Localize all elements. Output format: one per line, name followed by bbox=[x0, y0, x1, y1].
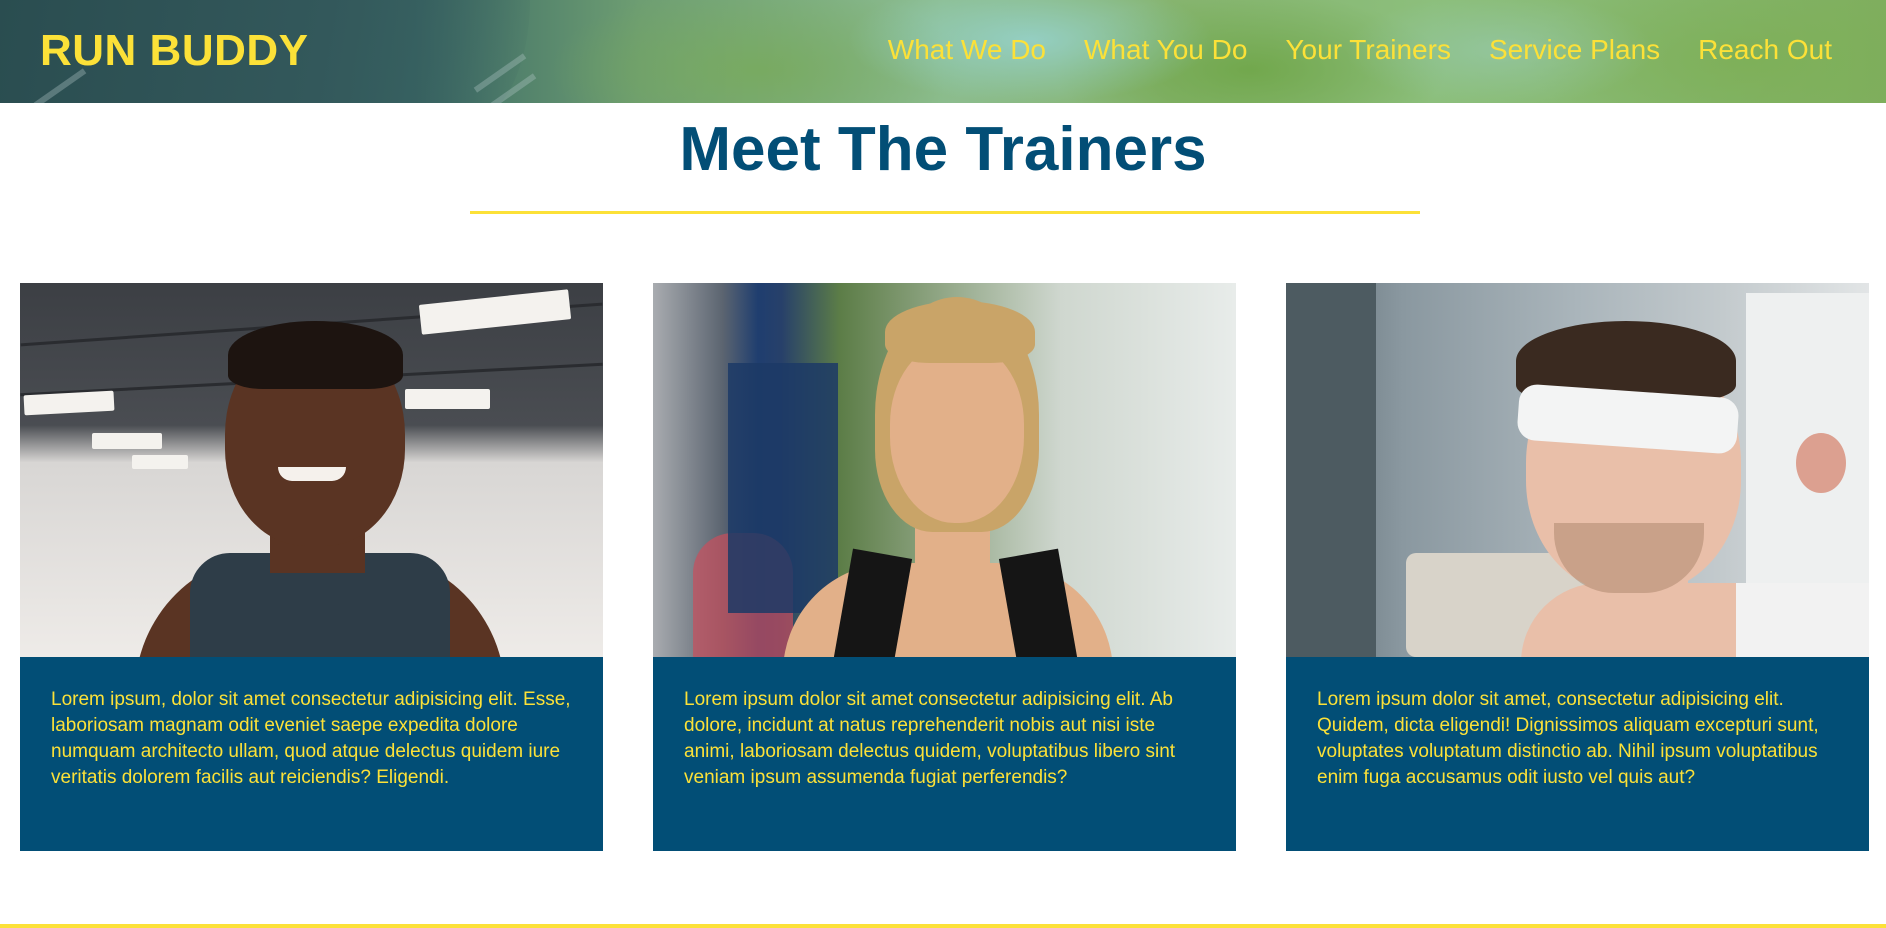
footer-divider bbox=[0, 924, 1886, 928]
trainer-bio: Lorem ipsum dolor sit amet consectetur a… bbox=[653, 657, 1236, 851]
nav-item-reach-out[interactable]: Reach Out bbox=[1698, 34, 1832, 66]
trainer-card: Lorem ipsum, dolor sit amet consectetur … bbox=[20, 283, 603, 851]
nav-item-your-trainers[interactable]: Your Trainers bbox=[1285, 34, 1451, 66]
trainer-card: Lorem ipsum dolor sit amet consectetur a… bbox=[653, 283, 1236, 851]
nav-item-what-you-do[interactable]: What You Do bbox=[1084, 34, 1247, 66]
trainer-photo bbox=[20, 283, 603, 657]
site-logo[interactable]: RUN BUDDY bbox=[40, 26, 309, 76]
title-divider bbox=[470, 211, 1420, 214]
trainer-photo bbox=[653, 283, 1236, 657]
trainer-bio: Lorem ipsum, dolor sit amet consectetur … bbox=[20, 657, 603, 851]
site-header: RUN BUDDY What We Do What You Do Your Tr… bbox=[0, 0, 1886, 103]
trainer-card: Lorem ipsum dolor sit amet, consectetur … bbox=[1286, 283, 1869, 851]
nav-item-service-plans[interactable]: Service Plans bbox=[1489, 34, 1660, 66]
main-nav: What We Do What You Do Your Trainers Ser… bbox=[888, 34, 1832, 66]
section-title: Meet The Trainers bbox=[679, 115, 1207, 184]
nav-item-what-we-do[interactable]: What We Do bbox=[888, 34, 1046, 66]
trainer-photo bbox=[1286, 283, 1869, 657]
trainer-bio: Lorem ipsum dolor sit amet, consectetur … bbox=[1286, 657, 1869, 851]
